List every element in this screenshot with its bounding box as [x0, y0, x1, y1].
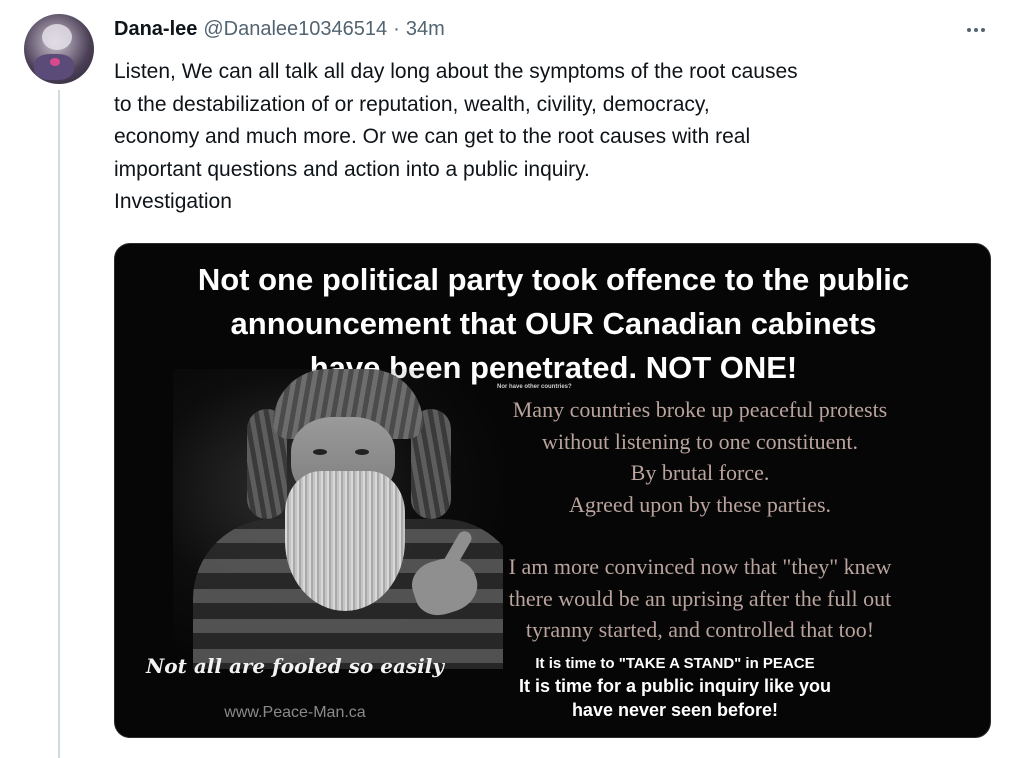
cta-line: It is time to "TAKE A STAND" in PEACE [535, 655, 815, 672]
thread-line [58, 90, 60, 758]
cta-line: It is time for a public inquiry like you [518, 676, 832, 696]
cta-line: have never seen before! [571, 700, 779, 720]
tweet[interactable]: Dana-lee @Danalee10346514 · 34m Listen, … [0, 0, 1023, 758]
tweet-image[interactable]: Not one political party took offence to … [114, 243, 991, 738]
tweet-text-line: important questions and action into a pu… [114, 157, 590, 181]
more-horizontal-icon[interactable] [958, 18, 994, 42]
tweet-text-line: Investigation [114, 190, 232, 213]
tweet-text-line: Listen, We can all talk all day long abo… [114, 60, 798, 83]
body-line: I am more convinced now that "they" knew [508, 554, 892, 579]
author-name[interactable]: Dana-lee [114, 18, 197, 41]
avatar-art [50, 58, 60, 66]
author-handle[interactable]: @Danalee10346514 [203, 18, 387, 41]
avatar[interactable] [24, 14, 94, 84]
body-line: By brutal force. [630, 460, 770, 485]
body-line: there would be an uprising after the ful… [508, 585, 892, 611]
image-quote: Not all are fooled so easily [146, 654, 444, 678]
body-line: without listening to one constituent. [542, 428, 858, 454]
avatar-art [42, 24, 72, 50]
tweet-text: Listen, We can all talk all day long abo… [114, 56, 994, 219]
tweet-text-line: to the destabilization of or reputation,… [114, 92, 710, 116]
image-call-to-action: It is time to "TAKE A STAND" in PEACE It… [495, 654, 855, 722]
headline-line: Not one political party took offence to … [197, 262, 910, 297]
tweet-text-line: economy and much more. Or we can get to … [114, 125, 751, 148]
headline-line: announcement that OUR Canadian cabinets [230, 306, 877, 341]
body-line: Many countries broke up peaceful protest… [512, 397, 888, 422]
tweet-time[interactable]: 34m [406, 18, 445, 41]
tweet-header: Dana-lee @Danalee10346514 · 34m [114, 16, 445, 42]
image-website: www.Peace-Man.ca [224, 704, 366, 721]
separator-dot: · [393, 17, 400, 40]
image-body-text: Many countries broke up peaceful protest… [425, 394, 975, 646]
tiny-note: Nor have other countries? [497, 384, 572, 390]
body-line: tyranny started, and controlled that too… [525, 617, 875, 642]
body-line: Agreed upon by these parties. [568, 491, 832, 517]
